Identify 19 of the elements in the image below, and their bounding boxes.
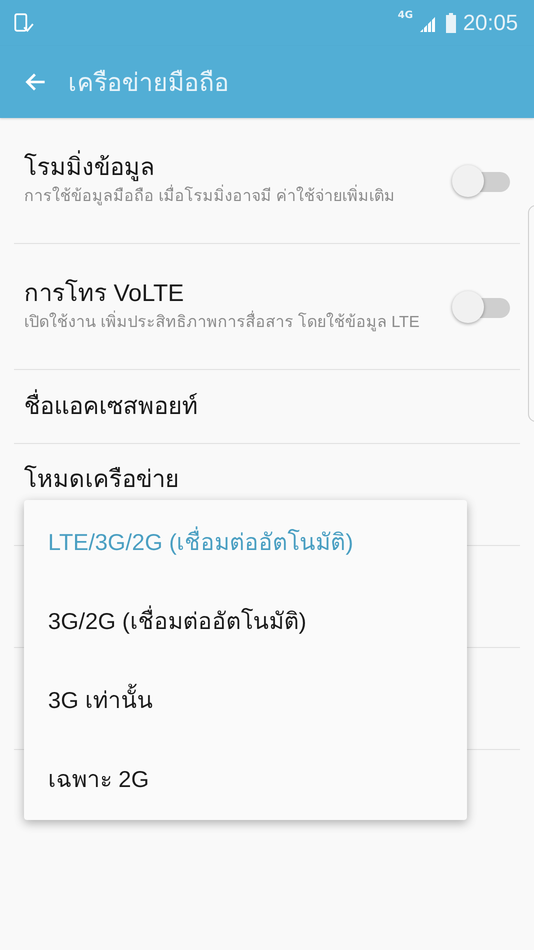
- setting-title: โรมมิ่งข้อมูล: [24, 152, 452, 184]
- setting-title: โหมดเครือข่าย: [24, 464, 180, 495]
- menu-option[interactable]: 3G/2G (เชื่อมต่ออัตโนมัติ): [24, 581, 467, 660]
- battery-icon: [444, 13, 457, 33]
- settings-row[interactable]: ชื่อแอคเซสพอยท์: [14, 370, 520, 444]
- settings-row[interactable]: การโทร VoLTE เปิดใช้งาน เพิ่มประสิทธิภาพการสื่อสาร โดยใช้ข้อมูล LTE: [14, 244, 520, 370]
- toggle-switch[interactable]: [452, 164, 510, 196]
- tablet-check-icon: [12, 12, 34, 34]
- setting-title: ชื่อแอคเซสพอยท์: [24, 390, 510, 422]
- setting-summary: เปิดใช้งาน เพิ่มประสิทธิภาพการสื่อสาร โดยใช้ข้อมูล LTE: [24, 310, 452, 336]
- setting-summary: การใช้ข้อมูลมือถือ เมื่อโรมมิ่งอาจมี ค่าใช้จ่ายเพิ่มเติม: [24, 184, 452, 210]
- clock: 20:05: [462, 10, 518, 36]
- toggle-switch[interactable]: [452, 290, 510, 322]
- menu-option[interactable]: เฉพาะ 2G: [24, 739, 467, 818]
- screen-title: เครือข่ายมือถือ: [68, 68, 229, 99]
- network-type: 4G: [398, 10, 413, 21]
- settings-row[interactable]: โรมมิ่งข้อมูล การใช้ข้อมูลมือถือ เมื่อโรมมิ่งอาจมี ค่าใช้จ่ายเพิ่มเติม: [14, 118, 520, 244]
- setting-title: การโทร VoLTE: [24, 278, 185, 308]
- menu-option[interactable]: 3G เท่านั้น: [24, 660, 467, 739]
